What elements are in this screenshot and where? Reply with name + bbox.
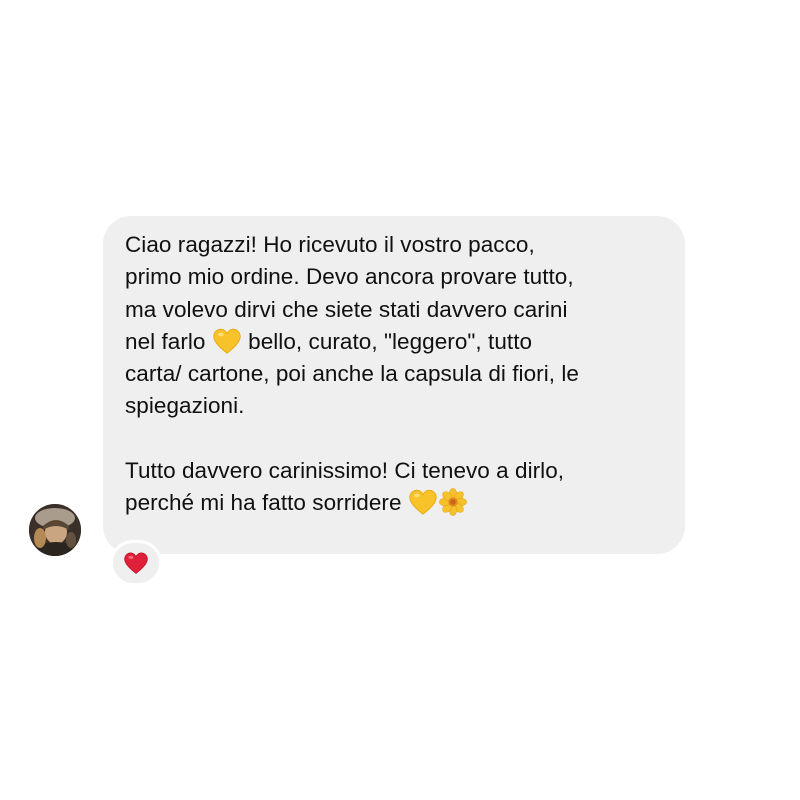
yellow-heart-icon bbox=[213, 328, 241, 354]
yellow-heart-icon bbox=[409, 489, 437, 515]
red-heart-icon bbox=[124, 552, 148, 574]
message-line: carta/ cartone, poi anche la capsula di … bbox=[125, 361, 579, 387]
message-bubble[interactable]: Ciao ragazzi! Ho ricevuto il vostro pacc… bbox=[103, 216, 685, 554]
message-line: Tutto davvero carinissimo! Ci tenevo a d… bbox=[125, 457, 565, 483]
blossom-icon bbox=[439, 488, 467, 516]
reaction-badge[interactable] bbox=[110, 540, 162, 586]
profile-photo-icon bbox=[29, 504, 81, 556]
chat-thread: Ciao ragazzi! Ho ricevuto il vostro pacc… bbox=[0, 0, 800, 800]
message-paragraph-1: Ciao ragazzi! Ho ricevuto il vostro pacc… bbox=[125, 229, 665, 423]
sender-avatar[interactable] bbox=[29, 504, 81, 556]
message-line: Ciao ragazzi! Ho ricevuto il vostro pacc… bbox=[125, 232, 535, 257]
message-line: ma volevo dirvi che siete stati davvero … bbox=[125, 296, 568, 322]
message-paragraph-2: Tutto davvero carinissimo! Ci tenevo a d… bbox=[125, 455, 665, 520]
message-line: primo mio ordine. Devo ancora provare tu… bbox=[125, 264, 574, 290]
message-line: perché mi ha fatto sorridere bbox=[125, 487, 665, 519]
message-line-text: bello, curato, "leggero", tutto bbox=[248, 328, 533, 354]
message-line: nel farlo bello, curato, "leggero", tutt… bbox=[125, 326, 665, 358]
message-line: spiegazioni. bbox=[125, 393, 245, 419]
message-line-text: nel farlo bbox=[125, 328, 206, 354]
message-line-text: perché mi ha fatto sorridere bbox=[125, 490, 402, 516]
